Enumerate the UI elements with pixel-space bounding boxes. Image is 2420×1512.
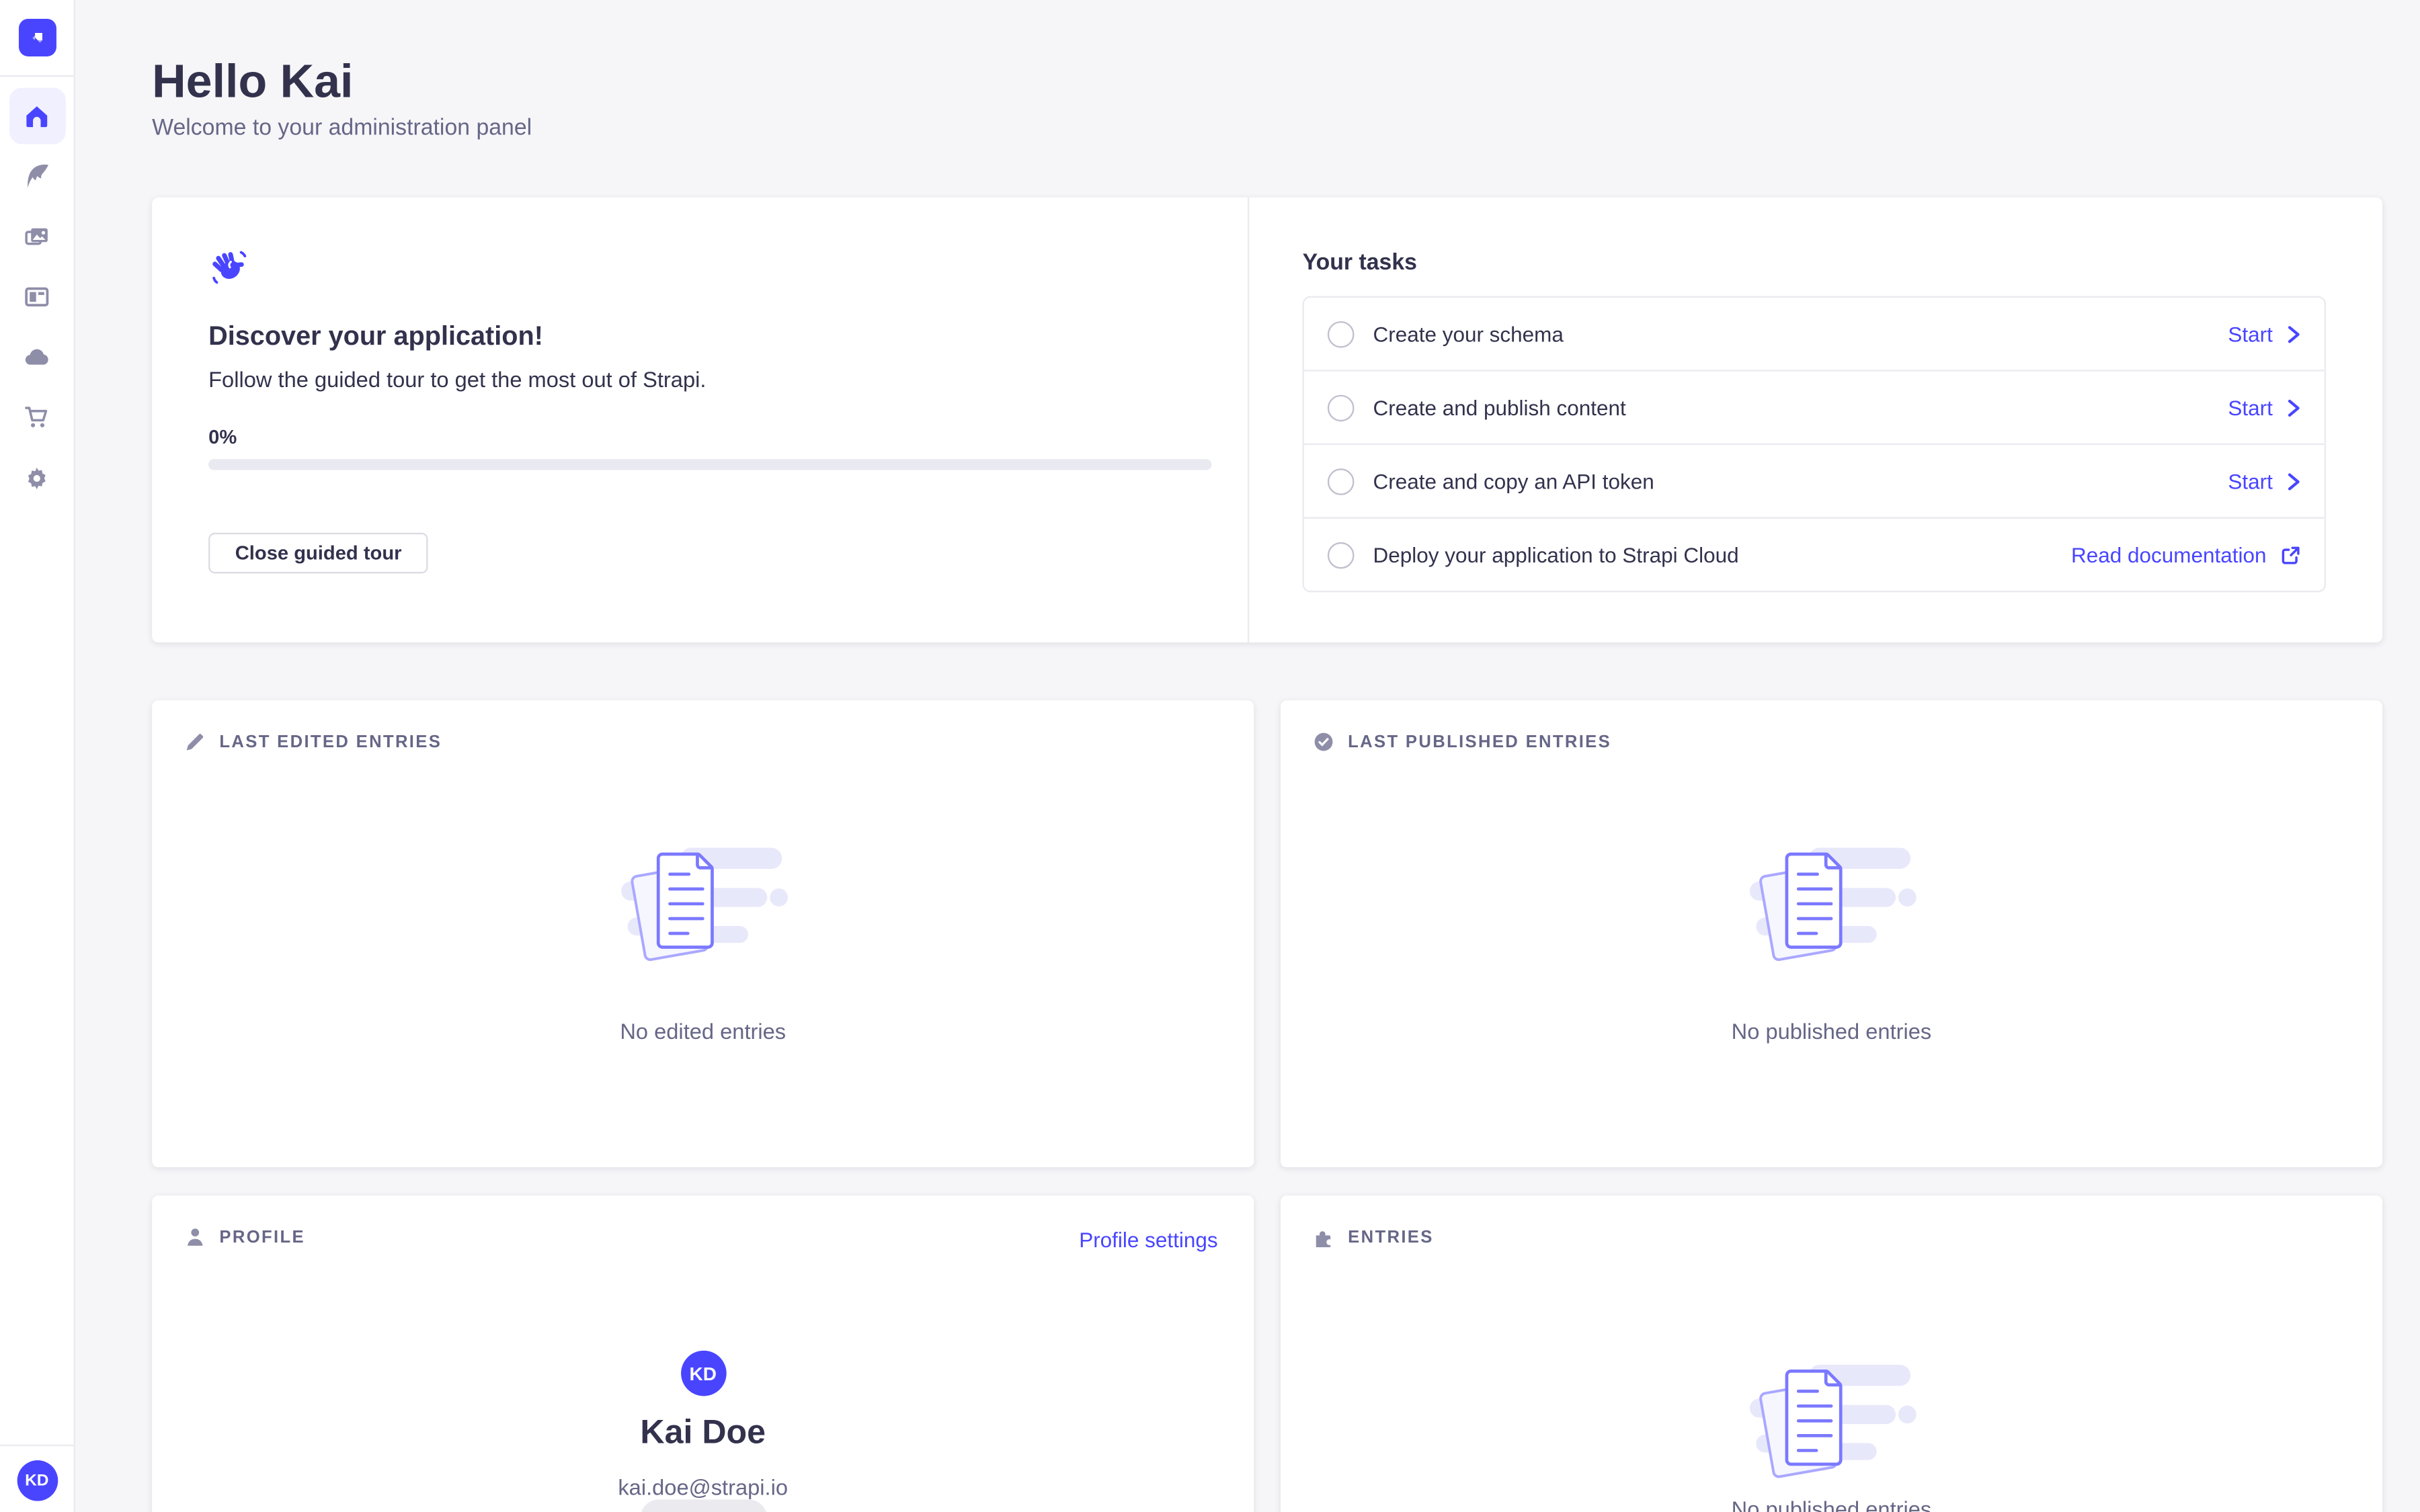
external-link-icon bbox=[2280, 544, 2300, 564]
task-label: Deploy your application to Strapi Cloud bbox=[1373, 543, 1738, 566]
task-row-deploy-cloud: Deploy your application to Strapi Cloud … bbox=[1304, 519, 2325, 591]
sidebar-item-marketplace[interactable] bbox=[9, 389, 65, 446]
task-status-circle bbox=[1328, 321, 1355, 347]
profile-email: kai.doe@strapi.io bbox=[152, 1474, 1254, 1499]
read-documentation-link[interactable]: Read documentation bbox=[2071, 543, 2301, 566]
puzzle-icon bbox=[1314, 1227, 1334, 1247]
task-row-api-token: Create and copy an API token Start bbox=[1304, 445, 2325, 519]
task-status-circle bbox=[1328, 468, 1355, 495]
sidebar-item-settings[interactable] bbox=[9, 450, 65, 506]
task-start-link[interactable]: Start bbox=[2228, 469, 2300, 493]
progress-percentage: 0% bbox=[208, 426, 237, 448]
media-library-icon bbox=[24, 223, 50, 250]
pencil-icon bbox=[185, 732, 205, 752]
deploy-icon bbox=[24, 344, 50, 371]
widget-title: PROFILE bbox=[219, 1228, 305, 1247]
strapi-logo[interactable] bbox=[18, 19, 56, 56]
task-action-label: Start bbox=[2228, 469, 2272, 493]
content-manager-icon bbox=[24, 163, 50, 190]
guided-tour-description: Follow the guided tour to get the most o… bbox=[208, 367, 706, 392]
user-avatar[interactable]: KD bbox=[16, 1460, 57, 1501]
waving-hand-icon bbox=[208, 246, 251, 288]
profile-role-badge bbox=[639, 1499, 766, 1512]
task-status-circle bbox=[1328, 542, 1355, 569]
guided-tour-card: Discover your application! Follow the gu… bbox=[152, 198, 2382, 642]
sidebar-item-content-manager[interactable] bbox=[9, 148, 65, 204]
profile-avatar: KD bbox=[680, 1351, 726, 1396]
page-subtitle: Welcome to your administration panel bbox=[152, 116, 532, 141]
widget-header: LAST PUBLISHED ENTRIES bbox=[1314, 732, 1611, 752]
chevron-right-icon bbox=[2287, 323, 2301, 343]
close-guided-tour-button[interactable]: Close guided tour bbox=[208, 533, 428, 574]
widget-header: LAST EDITED ENTRIES bbox=[185, 732, 442, 752]
widget-header: PROFILE bbox=[185, 1227, 305, 1247]
home-icon bbox=[24, 103, 50, 130]
empty-state-message: No published entries bbox=[1281, 1019, 2382, 1044]
sidebar-footer: KD bbox=[0, 1445, 74, 1512]
task-start-link[interactable]: Start bbox=[2228, 396, 2300, 419]
sidebar-item-deploy[interactable] bbox=[9, 329, 65, 386]
sidebar-item-content-type-builder[interactable] bbox=[9, 269, 65, 325]
settings-icon bbox=[24, 464, 50, 491]
sidebar-item-media-library[interactable] bbox=[9, 208, 65, 265]
widget-title: LAST EDITED ENTRIES bbox=[219, 732, 442, 751]
empty-documents-illustration bbox=[1747, 841, 1917, 968]
empty-state-message: No edited entries bbox=[152, 1019, 1254, 1044]
person-icon bbox=[185, 1227, 205, 1247]
check-circle-icon bbox=[1314, 732, 1334, 752]
progress-bar bbox=[208, 459, 1211, 470]
empty-state-message: No published entries bbox=[1281, 1497, 2382, 1512]
sidebar: KD bbox=[0, 0, 75, 1512]
empty-documents-illustration bbox=[618, 841, 788, 968]
strapi-dashboard: KD Hello Kai Welcome to your administrat… bbox=[0, 0, 2420, 1512]
widget-title: LAST PUBLISHED ENTRIES bbox=[1348, 732, 1611, 751]
task-status-circle bbox=[1328, 394, 1355, 421]
profile-card: PROFILE Profile settings KD Kai Doe kai.… bbox=[152, 1195, 1254, 1512]
task-label: Create your schema bbox=[1373, 322, 1563, 345]
profile-settings-link[interactable]: Profile settings bbox=[1079, 1228, 1217, 1252]
task-label: Create and copy an API token bbox=[1373, 469, 1654, 493]
chevron-right-icon bbox=[2287, 471, 2301, 491]
tasks-title: Your tasks bbox=[1303, 251, 1417, 276]
card-divider bbox=[1248, 198, 1249, 642]
task-action-label: Start bbox=[2228, 322, 2272, 345]
last-edited-entries-card: LAST EDITED ENTRIES No edited ent bbox=[152, 700, 1254, 1167]
strapi-logo-icon bbox=[24, 25, 49, 50]
task-row-create-schema: Create your schema Start bbox=[1304, 298, 2325, 372]
task-action-label: Start bbox=[2228, 396, 2272, 419]
sidebar-item-home[interactable] bbox=[9, 88, 65, 144]
logo-section bbox=[0, 0, 74, 77]
last-published-entries-card: LAST PUBLISHED ENTRIES No publish bbox=[1281, 700, 2382, 1167]
task-row-publish-content: Create and publish content Start bbox=[1304, 372, 2325, 446]
profile-name: Kai Doe bbox=[152, 1413, 1254, 1452]
guided-tour-title: Discover your application! bbox=[208, 321, 543, 353]
task-start-link[interactable]: Start bbox=[2228, 322, 2300, 345]
marketplace-icon bbox=[24, 405, 50, 431]
empty-documents-illustration bbox=[1747, 1359, 1917, 1486]
content-type-builder-icon bbox=[24, 284, 50, 310]
entries-card: ENTRIES No published entries bbox=[1281, 1195, 2382, 1512]
widget-title: ENTRIES bbox=[1348, 1228, 1434, 1247]
task-action-label: Read documentation bbox=[2071, 543, 2267, 566]
page-title: Hello Kai bbox=[152, 56, 353, 110]
sidebar-nav bbox=[0, 77, 74, 510]
task-label: Create and publish content bbox=[1373, 396, 1625, 419]
widget-header: ENTRIES bbox=[1314, 1227, 1434, 1247]
task-list: Create your schema Start Create and publ… bbox=[1303, 296, 2327, 593]
chevron-right-icon bbox=[2287, 397, 2301, 417]
